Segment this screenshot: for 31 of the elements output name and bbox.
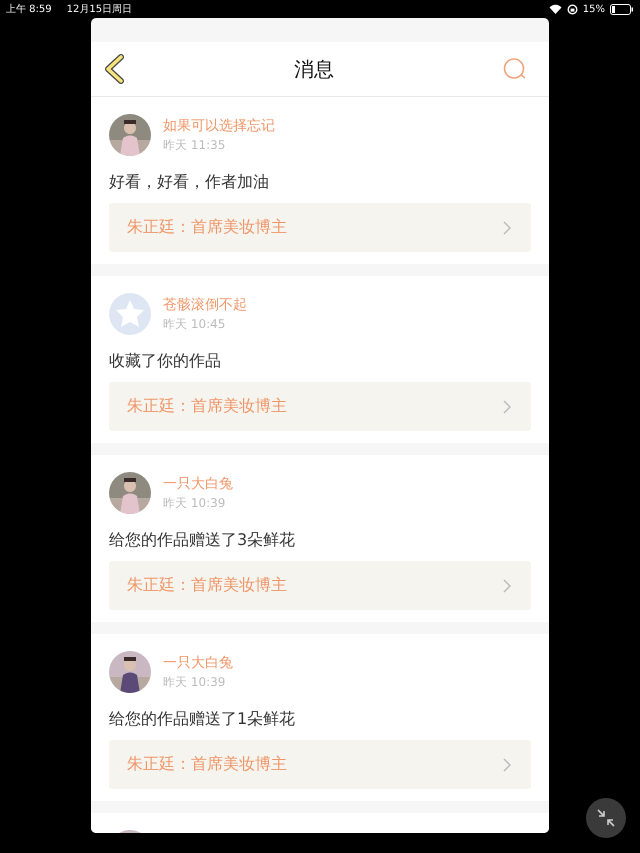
work-link[interactable]: 朱正廷：首席美妆博主	[109, 561, 531, 610]
star-avatar-icon	[109, 293, 151, 335]
battery-percent: 15%	[582, 4, 605, 14]
user-name[interactable]: 一只大白兔	[163, 474, 233, 492]
rotation-lock-icon	[566, 4, 578, 14]
user-name[interactable]: 如果可以选择忘记	[163, 116, 275, 134]
collapse-icon	[596, 808, 616, 828]
battery-icon	[610, 4, 634, 14]
work-link[interactable]: 朱正廷：首席美妆博主	[109, 740, 531, 789]
message-text: 好看，好看，作者加油	[109, 172, 270, 193]
message-time: 昨天 10:39	[163, 494, 226, 512]
user-name[interactable]: 一只大白兔	[163, 654, 233, 672]
message-text: 给您的作品赠送了1朵鲜花	[109, 709, 296, 730]
message-time: 昨天 10:39	[163, 674, 226, 690]
status-time: 上午 8:59	[6, 2, 52, 16]
chevron-right-icon	[503, 220, 511, 234]
message-time: 昨天 10:45	[163, 316, 226, 332]
message-text: 给您的作品赠送了3朵鲜花	[109, 530, 296, 551]
page-title: 消息	[294, 56, 334, 82]
work-link[interactable]: 朱正廷：首席美妆博主	[109, 382, 531, 431]
chevron-right-icon	[503, 578, 511, 592]
work-link[interactable]: 朱正廷：首席美妆博主	[109, 203, 531, 252]
message-time: 昨天 11:35	[163, 136, 226, 154]
back-icon[interactable]	[103, 54, 125, 84]
user-name[interactable]: 苍骸滚倒不起	[163, 296, 247, 314]
chevron-right-icon	[503, 758, 511, 772]
collapse-button[interactable]	[586, 798, 626, 838]
chevron-right-icon	[503, 400, 511, 414]
status-date: 12月15日周日	[66, 3, 132, 16]
wifi-icon	[548, 4, 562, 14]
message-text: 收藏了你的作品	[109, 351, 222, 372]
